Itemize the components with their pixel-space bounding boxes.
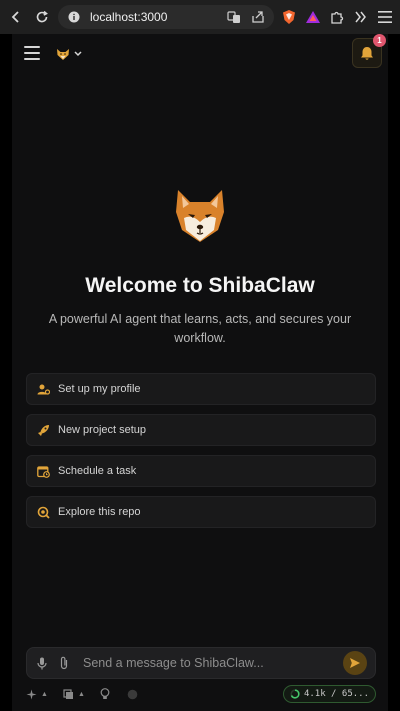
reload-button[interactable]	[32, 7, 52, 27]
shiba-head-icon	[57, 48, 69, 60]
agent-mode-dropdown[interactable]: ▲	[26, 689, 48, 700]
notification-badge: 1	[373, 34, 386, 47]
token-usage-text: 4.1k / 65...	[303, 689, 369, 699]
translate-icon[interactable]	[226, 9, 242, 25]
welcome-title: Welcome to ShibaClaw	[85, 274, 315, 297]
user-gear-icon	[37, 383, 50, 396]
search-icon	[37, 506, 50, 519]
microphone-icon[interactable]	[35, 656, 49, 670]
context-dropdown[interactable]: ▲	[63, 688, 85, 700]
sidebar-toggle-button[interactable]	[24, 46, 40, 60]
reload-icon	[36, 10, 48, 23]
shiba-logo-icon	[176, 190, 224, 242]
url-text[interactable]: localhost:3000	[90, 10, 218, 24]
action-setup-profile[interactable]: Set up my profile	[26, 373, 376, 405]
more-tabs-icon[interactable]	[352, 8, 370, 26]
welcome-subtitle: A powerful AI agent that learns, acts, a…	[48, 312, 352, 345]
app-header: 1	[12, 34, 388, 74]
address-bar[interactable]: localhost:3000	[58, 5, 274, 29]
extensions-icon[interactable]	[328, 8, 346, 26]
sparkles-icon	[26, 689, 37, 699]
token-usage-indicator[interactable]: 4.1k / 65...	[282, 685, 376, 703]
brave-shield-icon[interactable]	[280, 8, 298, 26]
share-icon[interactable]	[250, 9, 266, 25]
action-label: Set up my profile	[58, 383, 141, 395]
action-explore-repo[interactable]: Explore this repo	[26, 496, 376, 528]
chevron-down-icon	[74, 51, 82, 57]
message-composer	[26, 647, 376, 679]
lightbulb-icon	[100, 688, 110, 699]
calendar-clock-icon	[37, 465, 50, 478]
browser-toolbar: localhost:3000	[0, 0, 400, 34]
send-button[interactable]	[343, 651, 367, 675]
browser-menu-icon[interactable]	[376, 8, 394, 26]
caret-up-icon: ▲	[41, 690, 48, 698]
action-schedule-task[interactable]: Schedule a task	[26, 455, 376, 487]
action-label: Explore this repo	[58, 506, 141, 518]
bell-icon	[361, 46, 373, 60]
action-label: New project setup	[58, 424, 147, 436]
thinking-toggle[interactable]	[100, 688, 110, 700]
action-new-project[interactable]: New project setup	[26, 414, 376, 446]
agent-selector[interactable]	[56, 44, 82, 64]
chevron-left-icon	[11, 11, 19, 23]
site-info-icon[interactable]	[66, 9, 82, 25]
status-toggle[interactable]	[127, 689, 138, 700]
app-window: 1 Welcome to ShibaClaw A powerful AI age…	[12, 34, 388, 711]
notifications-button[interactable]: 1	[352, 34, 386, 68]
caret-up-icon: ▲	[77, 690, 85, 698]
back-button[interactable]	[6, 7, 26, 27]
circle-icon	[127, 689, 138, 699]
composer-toolbar: ▲ ▲ 4.1k / 65...	[26, 684, 376, 704]
action-label: Schedule a task	[58, 465, 137, 477]
stack-icon	[63, 688, 73, 699]
brave-rewards-icon[interactable]	[304, 8, 322, 26]
send-icon	[350, 658, 360, 668]
attachment-icon[interactable]	[57, 656, 71, 670]
progress-ring-icon	[290, 689, 300, 699]
message-input[interactable]	[79, 656, 335, 670]
rocket-icon	[37, 424, 50, 437]
